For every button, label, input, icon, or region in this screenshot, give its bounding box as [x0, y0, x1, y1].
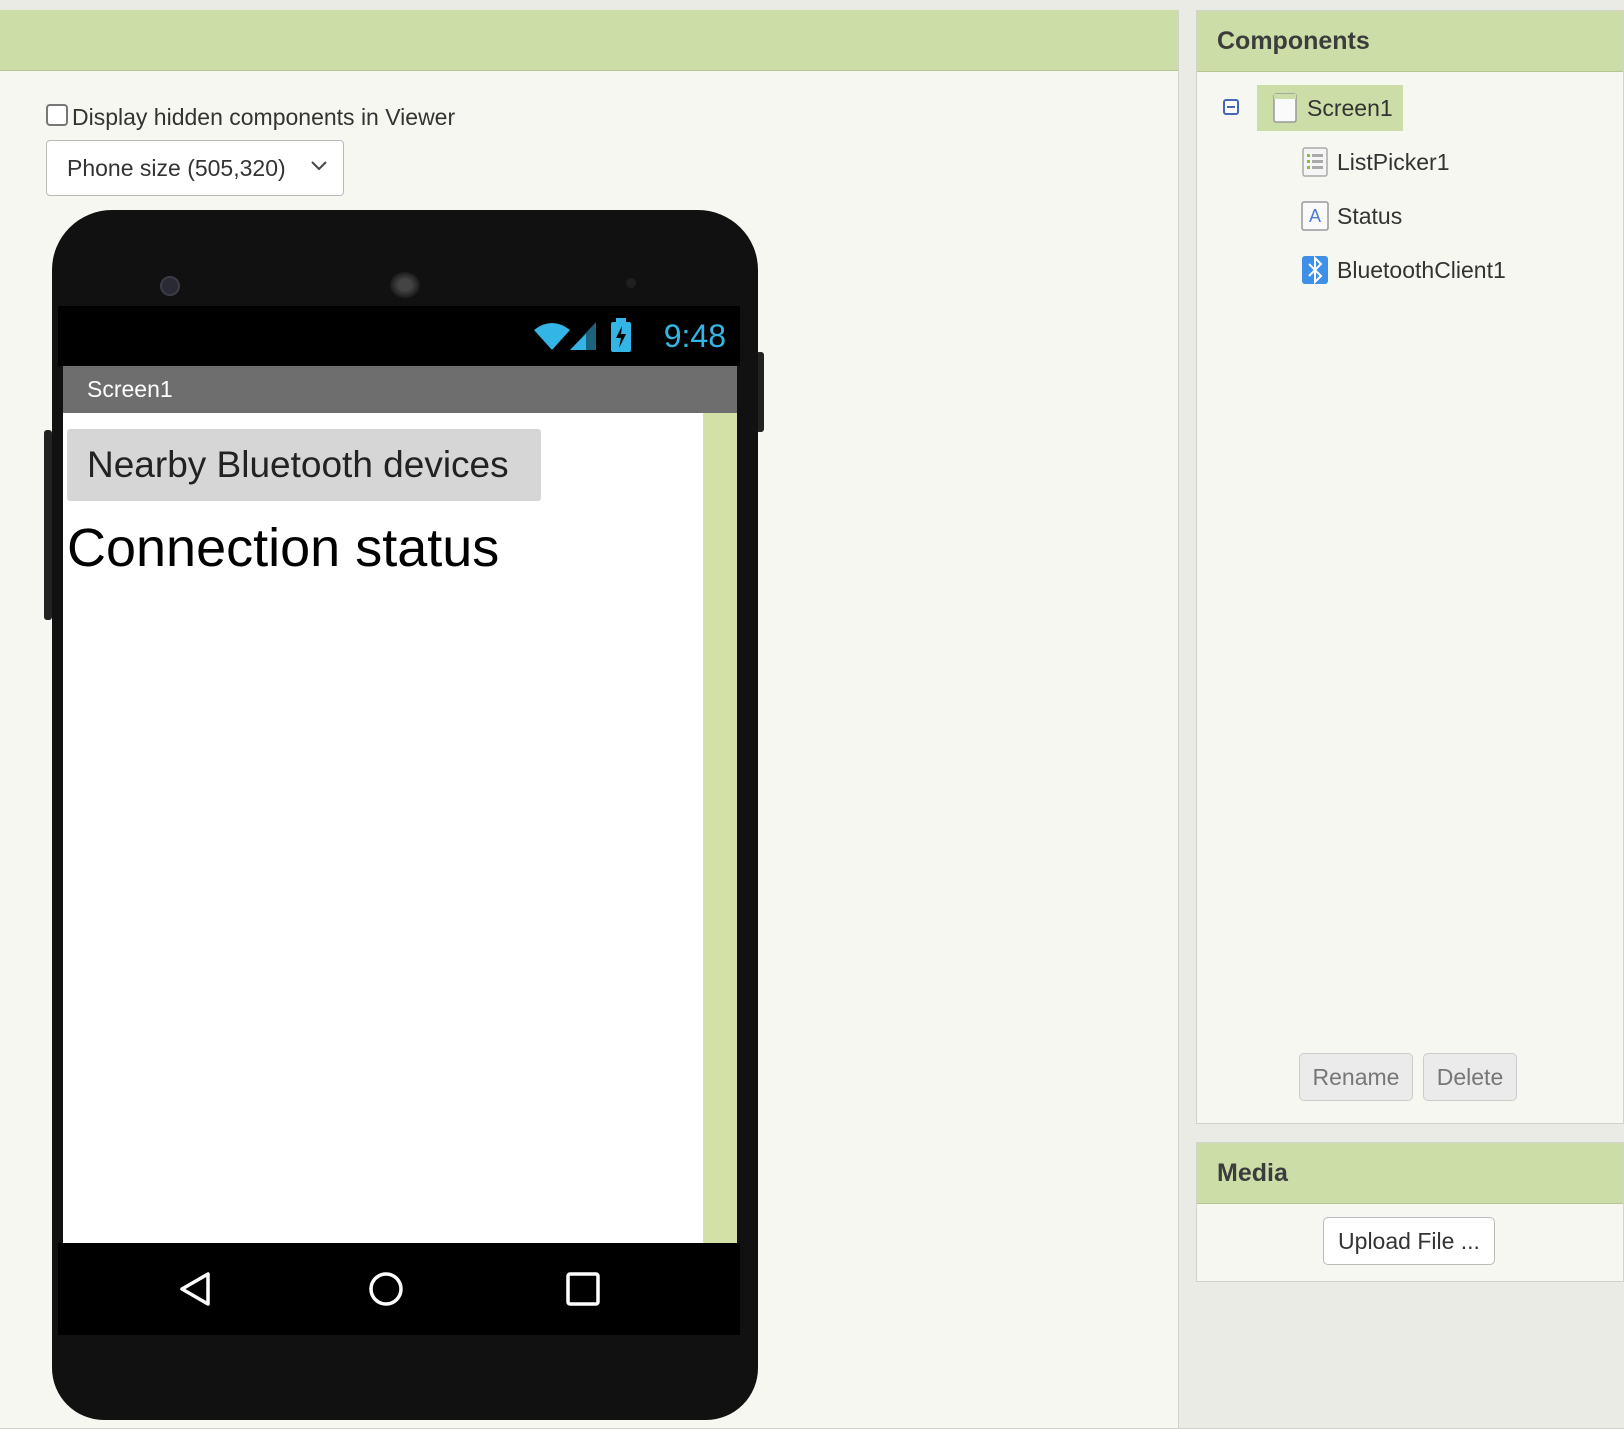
front-camera-icon — [160, 276, 180, 296]
phone-size-select[interactable]: Phone size (505,320) — [46, 140, 344, 196]
components-panel: Components Screen1 ListPicker1 A Status … — [1196, 10, 1624, 1124]
screen-icon — [1273, 93, 1297, 123]
tree-label: Status — [1337, 202, 1403, 229]
media-header: Media — [1197, 1143, 1623, 1204]
media-title: Media — [1217, 1159, 1288, 1187]
rename-button[interactable]: Rename — [1299, 1053, 1413, 1101]
components-title: Components — [1217, 27, 1370, 55]
tree-label: ListPicker1 — [1337, 148, 1450, 175]
components-header: Components — [1197, 11, 1623, 72]
app-screen: Nearby Bluetooth devices Connection stat… — [63, 413, 737, 1243]
earpiece-speaker-icon — [390, 272, 420, 298]
tree-item-listpicker1[interactable]: ListPicker1 — [1301, 139, 1449, 185]
delete-button[interactable]: Delete — [1423, 1053, 1517, 1101]
bluetooth-icon — [1302, 255, 1328, 285]
tree-item-status[interactable]: A Status — [1301, 193, 1402, 239]
phone-size-value: Phone size (505,320) — [67, 154, 286, 181]
nearby-bluetooth-button[interactable]: Nearby Bluetooth devices — [67, 429, 541, 501]
connection-status-label: Connection status — [67, 518, 500, 578]
screen-title: Screen1 — [87, 376, 173, 402]
phone-status-bar: 9:48 — [58, 306, 740, 366]
home-nav-icon[interactable] — [368, 1271, 404, 1307]
collapse-icon[interactable] — [1223, 99, 1239, 115]
screen-scroll-strip — [703, 413, 737, 1243]
signal-icon — [570, 322, 596, 350]
label-icon: A — [1301, 201, 1329, 231]
phone-mockup: 9:48 Screen1 Nearby Bluetooth devices Co… — [44, 200, 764, 1420]
display-hidden-row: Display hidden components in Viewer — [46, 103, 455, 131]
display-hidden-checkbox[interactable] — [46, 103, 68, 126]
app-title-bar: Screen1 — [63, 366, 737, 413]
phone-side-button-left — [44, 430, 52, 620]
tree-item-screen1[interactable]: Screen1 — [1257, 85, 1403, 131]
tree-label: Screen1 — [1307, 94, 1393, 121]
media-panel: Media Upload File ... — [1196, 1142, 1624, 1282]
viewer-header — [0, 10, 1178, 71]
chevron-down-icon — [311, 161, 327, 171]
recents-nav-icon[interactable] — [566, 1272, 600, 1306]
phone-nav-bar — [58, 1243, 740, 1335]
viewer-panel: Display hidden components in Viewer Phon… — [0, 10, 1179, 1428]
proximity-sensor-icon — [626, 278, 636, 288]
back-nav-icon[interactable] — [178, 1271, 212, 1307]
status-time: 9:48 — [663, 318, 726, 354]
battery-icon — [611, 318, 631, 352]
tree-item-bluetoothclient1[interactable]: BluetoothClient1 — [1301, 247, 1506, 293]
upload-file-button[interactable]: Upload File ... — [1323, 1217, 1495, 1265]
bottom-strip — [0, 1428, 1624, 1449]
svg-text:A: A — [1309, 206, 1321, 226]
tree-label: BluetoothClient1 — [1337, 256, 1506, 283]
phone-body: 9:48 Screen1 Nearby Bluetooth devices Co… — [52, 210, 758, 1420]
wifi-icon — [534, 323, 570, 350]
listpicker-icon — [1302, 147, 1328, 177]
display-hidden-label[interactable]: Display hidden components in Viewer — [72, 104, 455, 131]
